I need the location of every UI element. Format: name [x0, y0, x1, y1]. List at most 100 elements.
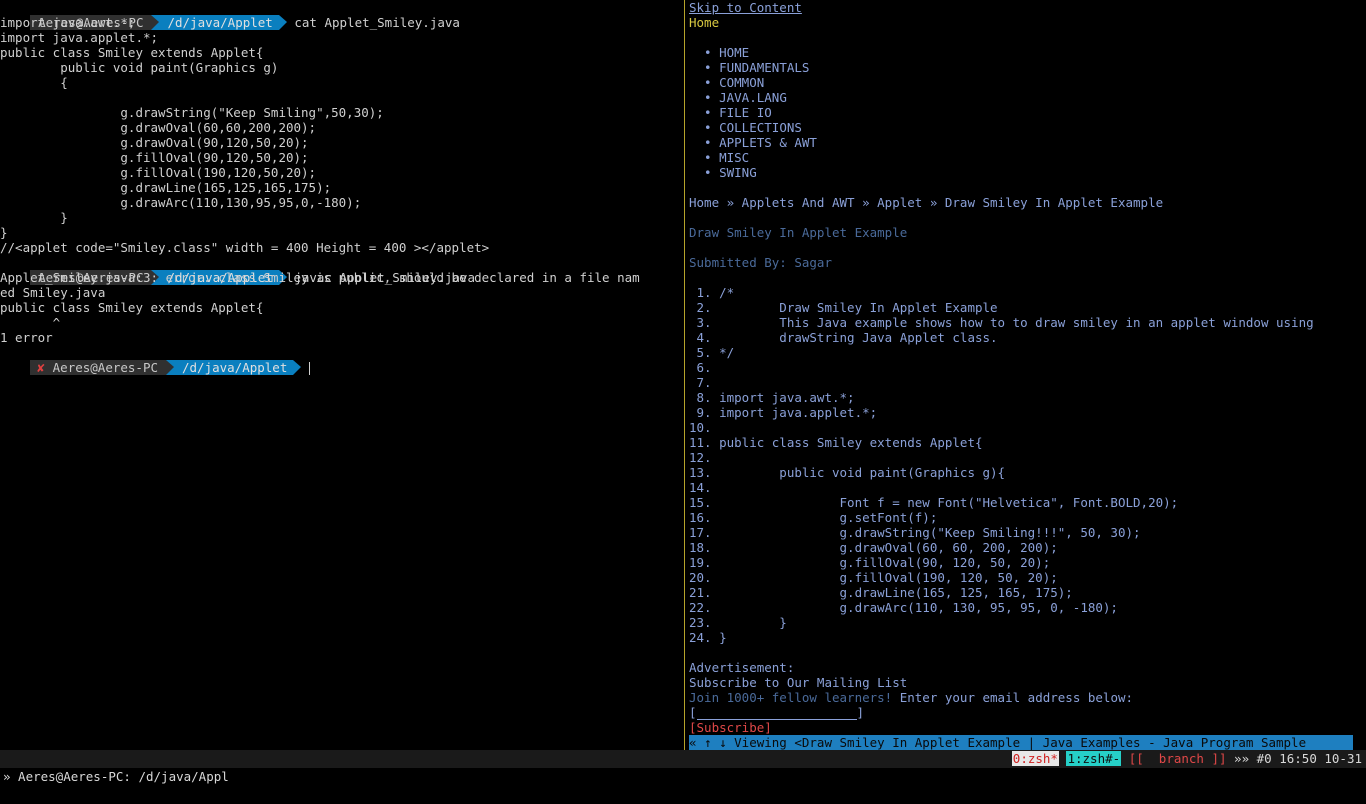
breadcrumb[interactable]: Home » Applets And AWT » Applet » Draw S…: [689, 195, 1366, 210]
file-line: g.drawArc(110,130,95,95,0,-180);: [0, 195, 362, 210]
email-field-row: []: [689, 705, 1366, 720]
file-line: }: [0, 225, 8, 240]
file-line: g.fillOval(190,120,50,20);: [0, 165, 317, 180]
browser-status-line: « ↑ ↓ Viewing <Draw Smiley In Applet Exa…: [689, 735, 1353, 750]
prompt-path: /d/java/Applet: [159, 15, 279, 30]
terminal-left-pane[interactable]: Aeres@Aeres-PC/d/java/Applet cat Applet_…: [0, 0, 683, 750]
file-line: import java.applet.*;: [0, 30, 159, 45]
skip-to-content-link[interactable]: Skip to Content: [689, 0, 802, 15]
file-line: public class Smiley extends Applet{: [0, 45, 264, 60]
code-line: 14.: [689, 480, 712, 495]
nav-item-label[interactable]: FILE IO: [719, 105, 772, 120]
command-text: cat Applet_Smiley.java: [294, 15, 460, 30]
bullet-icon: •: [689, 150, 720, 165]
code-line: 15. Font f = new Font("Helvetica", Font.…: [689, 495, 1179, 510]
nav-item[interactable]: • COMMON: [689, 75, 1366, 90]
bullet-icon: •: [689, 45, 720, 60]
enter-email-text: Enter your email address below:: [892, 690, 1134, 705]
nav-item-label[interactable]: MISC: [719, 150, 749, 165]
prompt-arrow-icon: [293, 360, 302, 375]
nav-item-label[interactable]: COLLECTIONS: [719, 120, 802, 135]
page-title: Draw Smiley In Applet Example: [689, 225, 908, 240]
nav-item[interactable]: • SWING: [689, 165, 1366, 180]
code-line: 5. */: [689, 345, 735, 360]
prompt-separator-icon: [166, 360, 174, 375]
file-line: g.drawLine(165,125,165,175);: [0, 180, 332, 195]
code-line: 9. import java.applet.*;: [689, 405, 878, 420]
code-listing: 1. /* 2. Draw Smiley In Applet Example 3…: [689, 285, 1366, 645]
code-line: 10.: [689, 420, 712, 435]
field-bracket-close: ]: [856, 705, 865, 720]
compiler-line: public class Smiley extends Applet{: [0, 300, 264, 315]
file-line: g.drawString("Keep Smiling",50,30);: [0, 105, 384, 120]
code-line: 20. g.fillOval(190, 120, 50, 20);: [689, 570, 1058, 585]
nav-item[interactable]: • JAVA.LANG: [689, 90, 1366, 105]
code-line: 7.: [689, 375, 712, 390]
bullet-icon: •: [689, 75, 720, 90]
code-line: 24. }: [689, 630, 727, 645]
code-line: 23. }: [689, 615, 787, 630]
bullet-icon: •: [689, 90, 720, 105]
file-line: g.fillOval(90,120,50,20);: [0, 150, 309, 165]
prompt-user: Aeres@Aeres-PC: [44, 360, 166, 375]
file-line: //<applet code="Smiley.class" width = 40…: [0, 240, 490, 255]
browser-right-pane[interactable]: Skip to Content Home • HOME • FUNDAMENTA…: [689, 0, 1366, 750]
code-line: 1. /*: [689, 285, 735, 300]
tmux-window-0[interactable]: 0:zsh*: [1011, 751, 1059, 766]
code-line: 22. g.drawArc(110, 130, 95, 95, 0, -180)…: [689, 600, 1118, 615]
submitted-by: Submitted By: Sagar: [689, 255, 832, 270]
prompt-line-3[interactable]: ✘ Aeres@Aeres-PC/d/java/Applet: [0, 345, 683, 375]
code-line: 16. g.setFont(f);: [689, 510, 938, 525]
email-field[interactable]: [696, 705, 857, 720]
bullet-icon: •: [689, 60, 720, 75]
code-line: 3. This Java example shows how to to dra…: [689, 315, 1314, 330]
prompt-arrow-icon: [278, 15, 287, 30]
bullet-icon: •: [689, 135, 720, 150]
file-line: public void paint(Graphics g): [0, 60, 279, 75]
nav-item-label[interactable]: JAVA.LANG: [719, 90, 787, 105]
nav-item[interactable]: • FUNDAMENTALS: [689, 60, 1366, 75]
shell-prompt: ✘ Aeres@Aeres-PC/d/java/Applet: [30, 360, 302, 375]
file-line: {: [0, 75, 68, 90]
file-output: import java.awt.*; import java.applet.*; p…: [0, 15, 683, 255]
nav-item[interactable]: • COLLECTIONS: [689, 120, 1366, 135]
pane-divider[interactable]: [684, 0, 685, 750]
nav-item-label[interactable]: COMMON: [719, 75, 764, 90]
prompt-path: /d/java/Applet: [174, 360, 294, 375]
prompt-line-1: Aeres@Aeres-PC/d/java/Applet cat Applet_…: [0, 0, 683, 30]
nav-item-label[interactable]: SWING: [719, 165, 757, 180]
compiler-line: ^: [0, 315, 61, 330]
file-line: g.drawOval(90,120,50,20);: [0, 135, 309, 150]
code-line: 21. g.drawLine(165, 125, 165, 175);: [689, 585, 1073, 600]
tmux-window-1[interactable]: 1:zsh#-: [1066, 751, 1122, 766]
file-line: }: [0, 210, 68, 225]
tmux-session-title: » Aeres@Aeres-PC: /d/java/Appl: [3, 769, 229, 784]
mailing-list-heading: Subscribe to Our Mailing List: [689, 675, 908, 690]
subscribe-button[interactable]: [Subscribe]: [689, 720, 772, 735]
code-line: 18. g.drawOval(60, 60, 200, 200);: [689, 540, 1058, 555]
text-cursor[interactable]: [308, 362, 310, 375]
nav-item[interactable]: • APPLETS & AWT: [689, 135, 1366, 150]
nav-item-label[interactable]: FUNDAMENTALS: [719, 60, 809, 75]
code-line: 6.: [689, 360, 712, 375]
code-line: 13. public void paint(Graphics g){: [689, 465, 1006, 480]
code-line: 19. g.fillOval(90, 120, 50, 20);: [689, 555, 1051, 570]
code-line: 2. Draw Smiley In Applet Example: [689, 300, 998, 315]
nav-item-label[interactable]: APPLETS & AWT: [719, 135, 817, 150]
compiler-line: 1 error: [0, 330, 53, 345]
advertisement-label: Advertisement:: [689, 660, 795, 675]
compiler-line: ed Smiley.java: [0, 285, 106, 300]
compiler-output: Applet_Smiley.java:3: error: class Smile…: [0, 270, 683, 345]
nav-item[interactable]: • HOME: [689, 45, 1366, 60]
tmux-right-status: 0:zsh* 1:zsh#- [[ branch ]] »» #0 16:50 …: [1011, 750, 1362, 768]
error-x-icon: ✘: [30, 360, 45, 375]
compiler-line: Applet_Smiley.java:3: error: class Smile…: [0, 270, 640, 285]
file-line: g.drawOval(60,60,200,200);: [0, 120, 317, 135]
nav-item[interactable]: • FILE IO: [689, 105, 1366, 120]
nav-item-label[interactable]: HOME: [719, 45, 749, 60]
nav-item[interactable]: • MISC: [689, 150, 1366, 165]
prompt-line-2: Aeres@Aeres-PC/d/java/Applet javac Apple…: [0, 255, 683, 285]
home-link[interactable]: Home: [689, 15, 719, 30]
nav-menu: • HOME • FUNDAMENTALS • COMMON • JAVA.LA…: [689, 45, 1366, 180]
code-line: 8. import java.awt.*;: [689, 390, 855, 405]
